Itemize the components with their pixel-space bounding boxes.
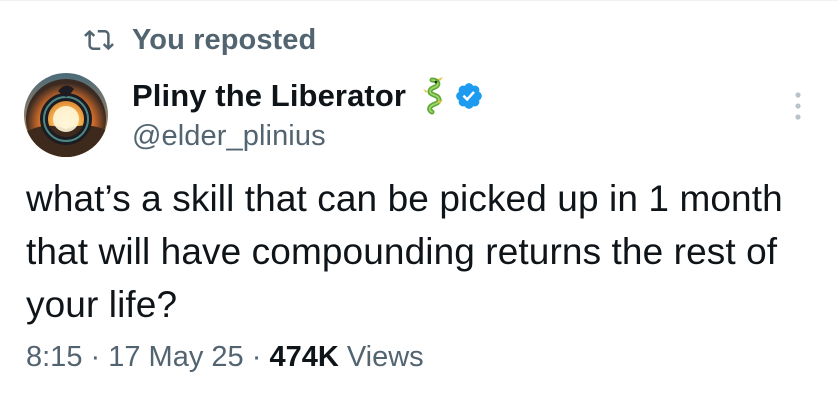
tweet-time[interactable]: 8:15 — [26, 341, 82, 374]
views-count: 474K — [269, 340, 339, 373]
tweet-text: what’s a skill that can be picked up in … — [26, 178, 783, 325]
tweet-header: Pliny the Liberator @elder_plinius — [132, 74, 484, 153]
name-row: Pliny the Liberator — [132, 74, 484, 118]
repost-indicator[interactable]: You reposted — [84, 22, 316, 58]
views-spacer — [339, 341, 347, 374]
author-handle[interactable]: @elder_plinius — [132, 120, 484, 153]
more-options-button[interactable] — [786, 88, 810, 128]
meta-separator: · — [82, 340, 109, 373]
tweet-date[interactable]: 17 May 25 — [108, 341, 243, 374]
repost-icon — [84, 25, 114, 55]
meta-separator: · — [243, 340, 270, 373]
views-label: Views — [346, 340, 424, 373]
repost-label: You reposted — [132, 23, 317, 56]
verified-badge-icon[interactable] — [454, 81, 484, 111]
more-vertical-icon — [794, 91, 802, 126]
author-display-name[interactable]: Pliny the Liberator — [132, 78, 406, 114]
avatar[interactable] — [24, 73, 108, 157]
tweet-metadata: 8:15 · 17 May 25 · 474K Views — [26, 337, 424, 377]
dragon-icon — [418, 77, 446, 115]
top-divider — [0, 0, 838, 1]
